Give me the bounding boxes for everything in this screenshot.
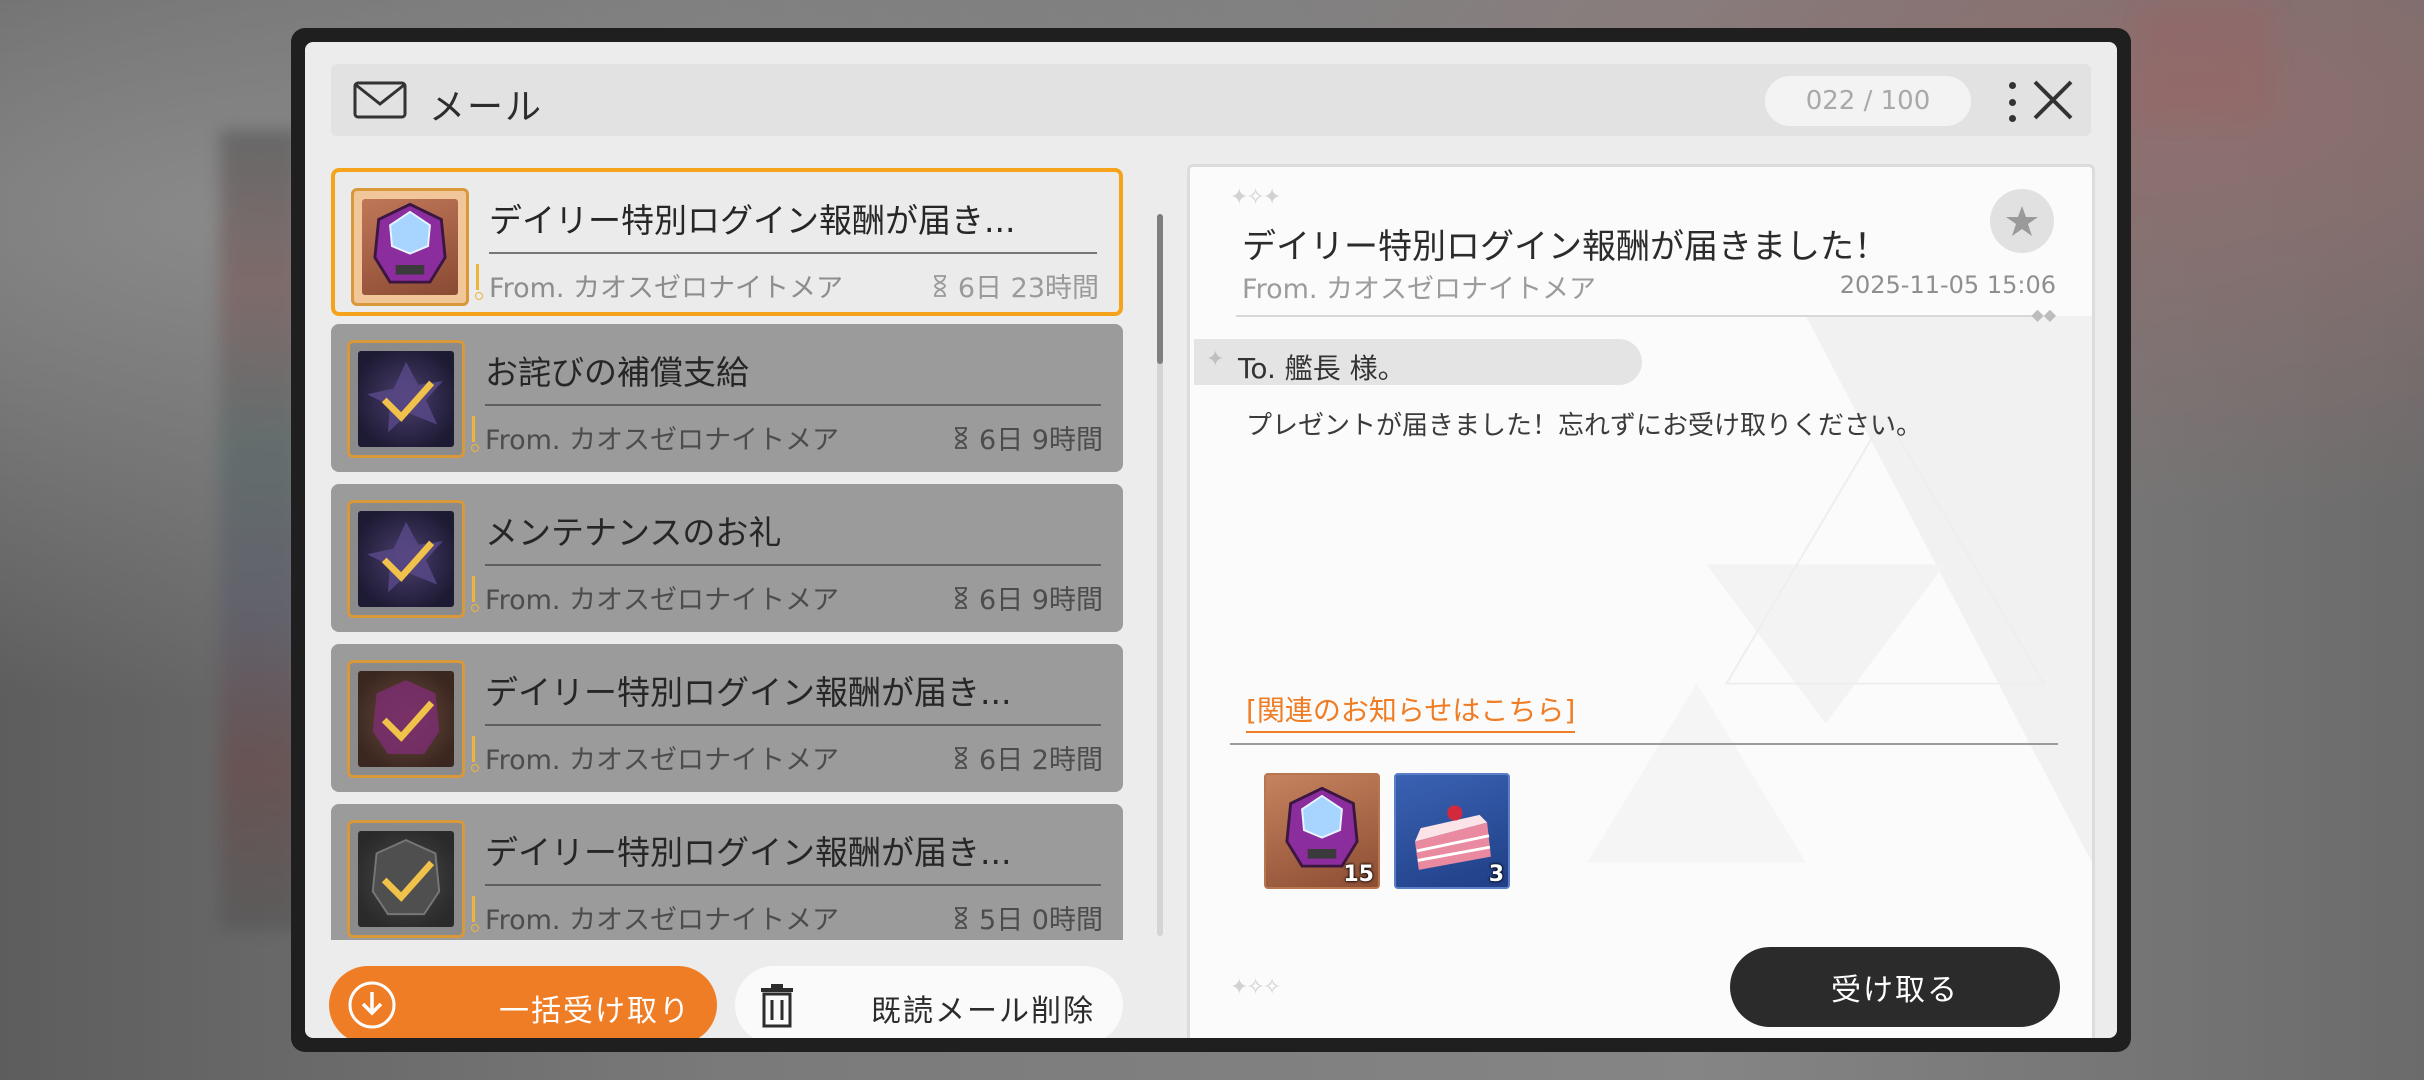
reward-item-cake[interactable]: 3 xyxy=(1394,773,1510,889)
background-decoration xyxy=(220,130,300,930)
mail-title: デイリー特別ログイン報酬が届き... xyxy=(485,833,1012,872)
mail-dialog-body: メール 022 / 100 デイリー特別ログイン報酬が届き... From. カ… xyxy=(305,42,2117,1038)
mail-expiry: 6日 2時間 xyxy=(953,738,1103,777)
mail-header: メール 022 / 100 xyxy=(331,64,2091,136)
divider xyxy=(1230,743,2058,745)
mail-expiry: 6日 9時間 xyxy=(953,418,1103,457)
divider xyxy=(485,884,1101,886)
favorite-star-button[interactable] xyxy=(1990,189,2054,253)
mail-list-item[interactable]: お詫びの補償支給 From. カオスゼロナイトメア 6日 9時間 xyxy=(331,324,1123,472)
item-accent xyxy=(471,896,479,932)
mail-detail-panel: ✦✧✦ ✦✧✧ デイリー特別ログイン報酬が届きました！ From. カオスゼロナ… xyxy=(1187,164,2095,1038)
claim-all-label: 一括受け取り xyxy=(499,994,691,1029)
mail-expiry: 6日 23時間 xyxy=(932,266,1099,305)
delete-read-label: 既読メール削除 xyxy=(871,994,1095,1029)
hourglass-icon xyxy=(955,586,968,609)
mail-list: デイリー特別ログイン報酬が届き... From. カオスゼロナイトメア 6日 2… xyxy=(331,166,1123,940)
mail-detail-sender: From. カオスゼロナイトメア xyxy=(1242,274,1597,305)
mail-title: メンテナンスのお礼 xyxy=(485,513,782,552)
item-accent xyxy=(471,576,479,612)
mail-body-text: プレゼントが届きました！忘れずにお受け取りください。 xyxy=(1246,411,1923,441)
trash-icon xyxy=(761,984,793,1028)
divider-ornament: ◆◆ xyxy=(2031,305,2056,324)
mail-list-item[interactable]: デイリー特別ログイン報酬が届き... From. カオスゼロナイトメア 6日 2… xyxy=(331,168,1123,316)
mail-title: デイリー特別ログイン報酬が届き... xyxy=(485,673,1012,712)
reward-item-gem-chest[interactable]: 15 xyxy=(1264,773,1380,889)
expiry-text: 6日 9時間 xyxy=(979,425,1103,456)
background-decoration xyxy=(2134,0,2274,120)
mail-icon xyxy=(353,81,407,119)
mail-sender: From. カオスゼロナイトメア xyxy=(485,745,840,776)
gem-chest-icon xyxy=(351,188,469,306)
mail-title: デイリー特別ログイン報酬が届き... xyxy=(489,201,1016,240)
related-notice-link[interactable]: [関連のお知らせはこちら] xyxy=(1246,689,1576,733)
scrollbar-thumb[interactable] xyxy=(1157,214,1163,364)
reward-quantity: 15 xyxy=(1343,862,1374,887)
mail-sender: From. カオスゼロナイトメア xyxy=(485,585,840,616)
divider xyxy=(485,564,1101,566)
sparkle-icon: ✦ xyxy=(1206,347,1225,372)
star-icon xyxy=(2006,206,2038,236)
receive-button[interactable]: 受け取る xyxy=(1730,947,2060,1027)
expiry-text: 6日 2時間 xyxy=(979,745,1103,776)
expiry-text: 6日 23時間 xyxy=(957,273,1099,304)
mail-dialog: メール 022 / 100 デイリー特別ログイン報酬が届き... From. カ… xyxy=(291,28,2131,1052)
item-accent xyxy=(471,416,479,452)
mail-expiry: 5日 0時間 xyxy=(953,898,1103,937)
reward-quantity: 3 xyxy=(1488,862,1504,887)
hourglass-icon xyxy=(955,906,968,929)
divider xyxy=(485,404,1101,406)
recipient-bar: ✦ To. 艦長 様。 xyxy=(1194,339,1642,385)
mail-sender: From. カオスゼロナイトメア xyxy=(485,905,840,936)
mail-count-badge: 022 / 100 xyxy=(1765,76,1971,126)
mail-list-scrollbar[interactable] xyxy=(1157,214,1163,936)
divider xyxy=(485,724,1101,726)
hourglass-icon xyxy=(955,746,968,769)
close-icon[interactable] xyxy=(2029,76,2077,124)
expiry-text: 5日 0時間 xyxy=(979,905,1103,936)
expiry-text: 6日 9時間 xyxy=(979,585,1103,616)
mail-title: お詫びの補償支給 xyxy=(485,353,749,392)
mail-list-item[interactable]: メンテナンスのお礼 From. カオスゼロナイトメア 6日 9時間 xyxy=(331,484,1123,632)
hourglass-icon xyxy=(955,426,968,449)
claimed-check-icon xyxy=(347,340,465,458)
divider xyxy=(1236,315,2032,317)
hourglass-icon xyxy=(933,274,946,297)
more-icon[interactable] xyxy=(2007,82,2017,122)
mail-sender: From. カオスゼロナイトメア xyxy=(485,425,840,456)
mail-detail-date: 2025-11-05 15:06 xyxy=(1839,271,2056,299)
claimed-check-icon xyxy=(347,820,465,938)
mail-detail-title: デイリー特別ログイン報酬が届きました！ xyxy=(1242,227,1888,267)
page-title: メール xyxy=(429,87,544,128)
item-accent xyxy=(471,736,479,772)
delete-read-button[interactable]: 既読メール削除 xyxy=(735,966,1123,1038)
sparkle-decoration: ✦✧✧ xyxy=(1230,975,1281,1000)
claimed-check-icon xyxy=(347,660,465,778)
mail-expiry: 6日 9時間 xyxy=(953,578,1103,617)
mail-sender: From. カオスゼロナイトメア xyxy=(489,273,844,304)
sparkle-decoration: ✦✧✦ xyxy=(1230,185,1281,210)
mail-list-item[interactable]: デイリー特別ログイン報酬が届き... From. カオスゼロナイトメア 5日 0… xyxy=(331,804,1123,940)
item-accent xyxy=(475,264,483,300)
download-icon xyxy=(348,981,396,1029)
mail-list-item[interactable]: デイリー特別ログイン報酬が届き... From. カオスゼロナイトメア 6日 2… xyxy=(331,644,1123,792)
recipient-text: To. 艦長 様。 xyxy=(1238,352,1406,385)
claim-all-button[interactable]: 一括受け取り xyxy=(329,966,717,1038)
divider xyxy=(489,252,1097,254)
claimed-check-icon xyxy=(347,500,465,618)
